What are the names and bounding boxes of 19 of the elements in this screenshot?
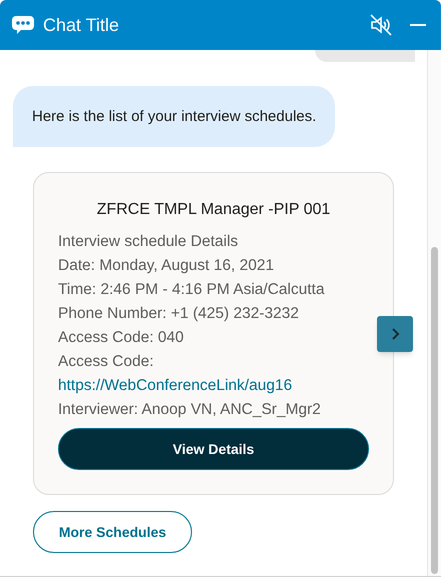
chat-title: Chat Title: [43, 14, 120, 36]
bot-message: Here is the list of your interview schedules.: [13, 86, 336, 147]
speaker-muted-icon: [369, 13, 393, 37]
next-card-button[interactable]: [377, 316, 413, 352]
mute-button[interactable]: [369, 13, 393, 37]
schedule-detail: Interview schedule Details: [58, 232, 240, 252]
card-title: ZFRCE TMPL Manager -PIP 001: [96, 200, 332, 220]
schedule-detail: Phone Number: +1 (425) 232-3232: [58, 304, 300, 324]
view-details-button[interactable]: View Details: [58, 428, 369, 470]
schedule-detail: Date: Monday, August 16, 2021: [58, 256, 276, 276]
schedule-detail: Interviewer: Anoop VN, ANC_Sr_Mgr2: [58, 400, 322, 420]
schedule-detail: Time: 2:46 PM - 4:16 PM Asia/Calcutta: [58, 280, 326, 300]
conference-link[interactable]: https://WebConferenceLink/aug16: [58, 374, 292, 398]
schedule-detail: Access Code:: [58, 352, 155, 372]
chat-bubble-icon: [11, 15, 35, 35]
schedule-detail: Access Code: 040: [58, 328, 185, 348]
more-schedules-button[interactable]: More Schedules: [33, 511, 192, 553]
chevron-right-icon: [390, 326, 400, 340]
scrollbar[interactable]: [427, 50, 441, 576]
